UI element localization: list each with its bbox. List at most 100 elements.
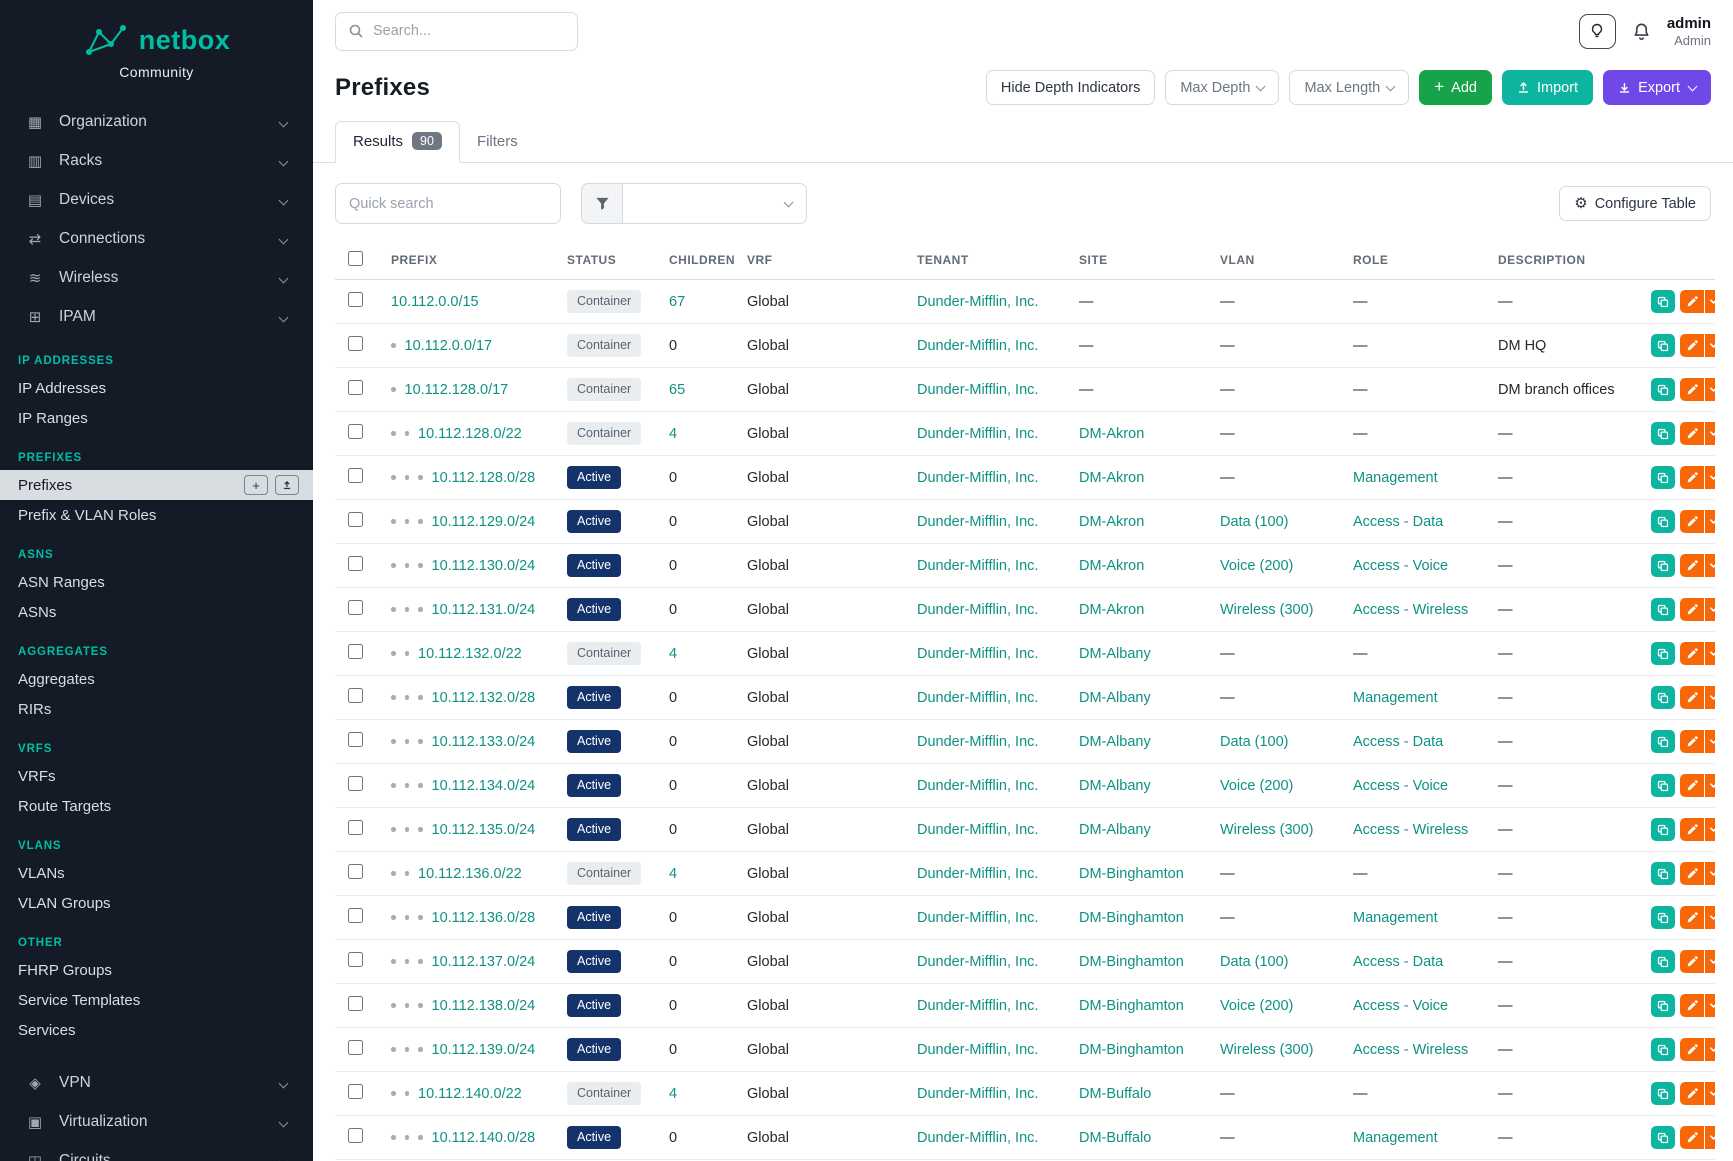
role-link[interactable]: Management bbox=[1353, 470, 1438, 486]
tenant-link[interactable]: Dunder-Mifflin, Inc. bbox=[917, 1086, 1038, 1102]
edit-button[interactable] bbox=[1680, 642, 1704, 665]
import-button[interactable]: Import bbox=[1502, 70, 1593, 105]
edit-button[interactable] bbox=[1680, 554, 1704, 577]
saved-filter-select[interactable] bbox=[623, 183, 807, 224]
role-link[interactable]: Access - Data bbox=[1353, 954, 1443, 970]
children-count-link[interactable]: 4 bbox=[669, 646, 677, 662]
tenant-link[interactable]: Dunder-Mifflin, Inc. bbox=[917, 294, 1038, 310]
sidebar-item-virtualization[interactable]: ▣Virtualization bbox=[0, 1102, 313, 1141]
copy-button[interactable] bbox=[1651, 642, 1675, 665]
edit-button[interactable] bbox=[1680, 774, 1704, 797]
role-link[interactable]: Access - Wireless bbox=[1353, 602, 1468, 618]
row-checkbox[interactable] bbox=[348, 864, 363, 879]
row-checkbox[interactable] bbox=[348, 292, 363, 307]
row-checkbox[interactable] bbox=[348, 820, 363, 835]
sidebar-item-ipam[interactable]: ⊞IPAM bbox=[0, 297, 313, 336]
sidebar-item-ip-addresses[interactable]: IP Addresses bbox=[0, 373, 313, 403]
column-header-role[interactable]: ROLE bbox=[1343, 239, 1488, 280]
sidebar-item-service-templates[interactable]: Service Templates bbox=[0, 985, 313, 1015]
edit-button[interactable] bbox=[1680, 422, 1704, 445]
vlan-link[interactable]: Wireless (300) bbox=[1220, 602, 1313, 618]
tenant-link[interactable]: Dunder-Mifflin, Inc. bbox=[917, 822, 1038, 838]
prefix-link[interactable]: 10.112.128.0/17 bbox=[405, 382, 509, 398]
copy-button[interactable] bbox=[1651, 862, 1675, 885]
global-search-input[interactable] bbox=[373, 23, 565, 39]
site-link[interactable]: DM-Albany bbox=[1079, 734, 1151, 750]
sidebar-item-organization[interactable]: ▦Organization bbox=[0, 102, 313, 141]
prefix-link[interactable]: 10.112.134.0/24 bbox=[432, 778, 536, 794]
row-checkbox[interactable] bbox=[348, 512, 363, 527]
max-depth-dropdown[interactable]: Max Depth bbox=[1165, 70, 1279, 105]
prefix-link[interactable]: 10.112.133.0/24 bbox=[432, 734, 536, 750]
site-link[interactable]: DM-Albany bbox=[1079, 646, 1151, 662]
edit-dropdown-button[interactable] bbox=[1705, 466, 1715, 489]
sidebar-item-asn-ranges[interactable]: ASN Ranges bbox=[0, 567, 313, 597]
row-checkbox[interactable] bbox=[348, 776, 363, 791]
copy-button[interactable] bbox=[1651, 598, 1675, 621]
prefix-link[interactable]: 10.112.131.0/24 bbox=[432, 602, 536, 618]
copy-button[interactable] bbox=[1651, 686, 1675, 709]
sidebar-item-vrfs[interactable]: VRFs bbox=[0, 761, 313, 791]
column-header-status[interactable]: STATUS bbox=[557, 239, 659, 280]
edit-button[interactable] bbox=[1680, 334, 1704, 357]
prefix-link[interactable]: 10.112.136.0/28 bbox=[432, 910, 536, 926]
edit-dropdown-button[interactable] bbox=[1705, 598, 1715, 621]
row-checkbox[interactable] bbox=[348, 732, 363, 747]
vlan-link[interactable]: Wireless (300) bbox=[1220, 822, 1313, 838]
copy-button[interactable] bbox=[1651, 1126, 1675, 1149]
sidebar-item-connections[interactable]: ⇄Connections bbox=[0, 219, 313, 258]
site-link[interactable]: DM-Binghamton bbox=[1079, 998, 1184, 1014]
sidebar-add-prefix-button[interactable]: + bbox=[244, 475, 268, 495]
copy-button[interactable] bbox=[1651, 1038, 1675, 1061]
tenant-link[interactable]: Dunder-Mifflin, Inc. bbox=[917, 382, 1038, 398]
edit-dropdown-button[interactable] bbox=[1705, 730, 1715, 753]
tenant-link[interactable]: Dunder-Mifflin, Inc. bbox=[917, 954, 1038, 970]
edit-dropdown-button[interactable] bbox=[1705, 1126, 1715, 1149]
children-count-link[interactable]: 67 bbox=[669, 294, 685, 310]
edit-dropdown-button[interactable] bbox=[1705, 862, 1715, 885]
sidebar-import-prefix-button[interactable] bbox=[275, 475, 299, 495]
children-count-link[interactable]: 4 bbox=[669, 1086, 677, 1102]
hide-depth-indicators-button[interactable]: Hide Depth Indicators bbox=[986, 70, 1155, 105]
quick-search-input[interactable] bbox=[335, 183, 561, 224]
column-header-description[interactable]: DESCRIPTION bbox=[1488, 239, 1641, 280]
row-checkbox[interactable] bbox=[348, 952, 363, 967]
tenant-link[interactable]: Dunder-Mifflin, Inc. bbox=[917, 1042, 1038, 1058]
tenant-link[interactable]: Dunder-Mifflin, Inc. bbox=[917, 734, 1038, 750]
site-link[interactable]: DM-Akron bbox=[1079, 426, 1144, 442]
edit-button[interactable] bbox=[1680, 730, 1704, 753]
sidebar-item-route-targets[interactable]: Route Targets bbox=[0, 791, 313, 821]
prefix-link[interactable]: 10.112.137.0/24 bbox=[432, 954, 536, 970]
row-checkbox[interactable] bbox=[348, 336, 363, 351]
site-link[interactable]: DM-Akron bbox=[1079, 470, 1144, 486]
edit-dropdown-button[interactable] bbox=[1705, 334, 1715, 357]
prefix-link[interactable]: 10.112.129.0/24 bbox=[432, 514, 536, 530]
site-link[interactable]: DM-Akron bbox=[1079, 558, 1144, 574]
edit-dropdown-button[interactable] bbox=[1705, 290, 1715, 313]
copy-button[interactable] bbox=[1651, 422, 1675, 445]
sidebar-item-racks[interactable]: ▥Racks bbox=[0, 141, 313, 180]
edit-button[interactable] bbox=[1680, 466, 1704, 489]
tenant-link[interactable]: Dunder-Mifflin, Inc. bbox=[917, 998, 1038, 1014]
vlan-link[interactable]: Voice (200) bbox=[1220, 778, 1293, 794]
role-link[interactable]: Access - Voice bbox=[1353, 998, 1448, 1014]
edit-button[interactable] bbox=[1680, 598, 1704, 621]
role-link[interactable]: Access - Voice bbox=[1353, 778, 1448, 794]
prefix-link[interactable]: 10.112.135.0/24 bbox=[432, 822, 536, 838]
edit-dropdown-button[interactable] bbox=[1705, 950, 1715, 973]
sidebar-item-aggregates[interactable]: Aggregates bbox=[0, 664, 313, 694]
prefix-link[interactable]: 10.112.0.0/17 bbox=[405, 338, 493, 354]
edit-button[interactable] bbox=[1680, 950, 1704, 973]
add-button[interactable]: +Add bbox=[1419, 70, 1492, 105]
row-checkbox[interactable] bbox=[348, 600, 363, 615]
vlan-link[interactable]: Data (100) bbox=[1220, 734, 1289, 750]
role-link[interactable]: Access - Wireless bbox=[1353, 1042, 1468, 1058]
tenant-link[interactable]: Dunder-Mifflin, Inc. bbox=[917, 514, 1038, 530]
sidebar-item-wireless[interactable]: ≋Wireless bbox=[0, 258, 313, 297]
row-checkbox[interactable] bbox=[348, 1128, 363, 1143]
edit-dropdown-button[interactable] bbox=[1705, 774, 1715, 797]
row-checkbox[interactable] bbox=[348, 556, 363, 571]
theme-toggle-button[interactable] bbox=[1579, 14, 1616, 49]
children-count-link[interactable]: 4 bbox=[669, 426, 677, 442]
edit-button[interactable] bbox=[1680, 906, 1704, 929]
